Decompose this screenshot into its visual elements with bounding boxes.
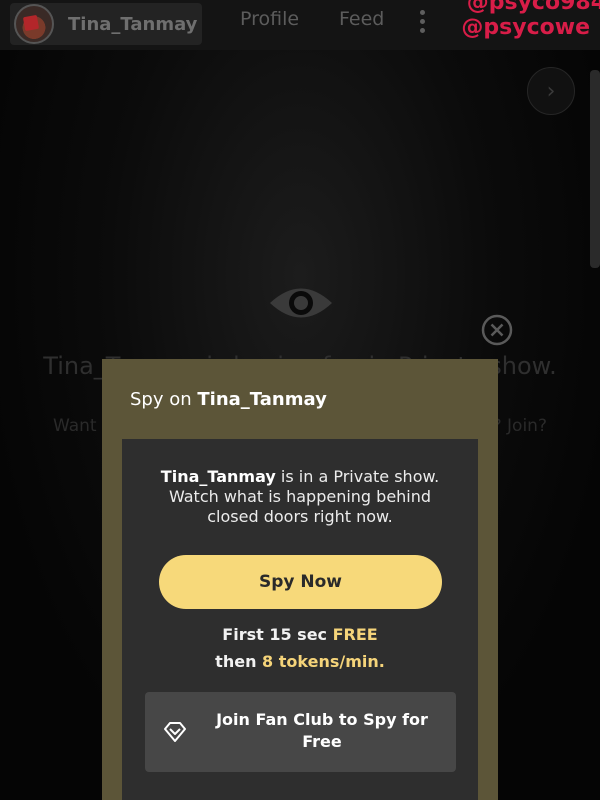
- avatar[interactable]: [14, 4, 54, 44]
- modal-title-name: Tina_Tanmay: [197, 389, 327, 410]
- desc-line2: Watch what is happening behind: [168, 487, 432, 506]
- more-vertical-icon[interactable]: [418, 10, 426, 36]
- price-line2: then 8 tokens/min.: [122, 652, 478, 671]
- spy-card: Tina_Tanmay is in a Private show. Watch …: [122, 439, 478, 800]
- watermark-line1: @psyco984: [466, 0, 600, 15]
- desc-name: Tina_Tanmay: [160, 467, 276, 486]
- username-label: Tina_Tanmay: [68, 13, 198, 35]
- scrollbar[interactable]: [590, 70, 600, 268]
- desc-line3: closed doors right now.: [207, 507, 393, 526]
- tab-profile[interactable]: Profile: [240, 8, 299, 30]
- desc-rest: is in a Private show.: [275, 467, 440, 486]
- spy-now-button[interactable]: Spy Now: [159, 555, 442, 609]
- price-rate: 8 tokens/min.: [262, 652, 385, 671]
- eye-icon: [270, 288, 332, 318]
- price-free: FREE: [332, 625, 378, 644]
- modal-title: Spy on Tina_Tanmay: [130, 389, 327, 410]
- join-fan-club-button[interactable]: Join Fan Club to Spy for Free: [145, 692, 456, 772]
- card-description: Tina_Tanmay is in a Private show. Watch …: [122, 467, 478, 527]
- price-line2-prefix: then: [215, 652, 263, 671]
- chevron-right-icon[interactable]: ›: [527, 67, 575, 115]
- price-line1-prefix: First 15 sec: [222, 625, 333, 644]
- fan-club-label: Join Fan Club to Spy for Free: [216, 710, 428, 751]
- price-line1: First 15 sec FREE: [122, 625, 478, 644]
- tab-feed[interactable]: Feed: [339, 8, 384, 30]
- diamond-icon: [164, 722, 186, 742]
- user-chip[interactable]: Tina_Tanmay: [10, 3, 202, 45]
- modal-title-prefix: Spy on: [130, 389, 192, 410]
- watermark-line2: @psycowe: [461, 15, 590, 40]
- spy-modal: Spy on Tina_Tanmay Tina_Tanmay is in a P…: [102, 359, 498, 800]
- close-icon[interactable]: [481, 314, 513, 346]
